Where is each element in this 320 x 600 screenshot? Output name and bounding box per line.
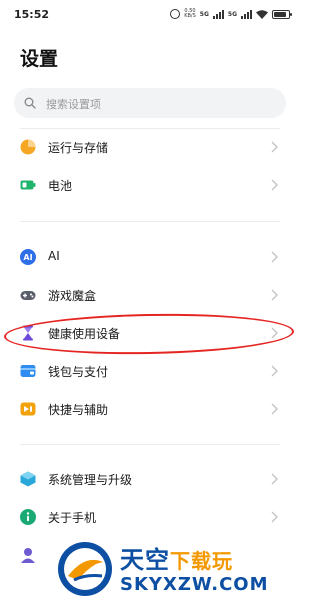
wallet-icon (20, 365, 36, 377)
chevron-right-icon (271, 179, 278, 191)
battery-icon (20, 180, 36, 190)
watermark-logo-icon (58, 542, 112, 596)
divider (20, 221, 280, 222)
divider (20, 444, 280, 445)
storage-pie-icon (20, 139, 36, 155)
watermark-cn-accent: 下载玩 (170, 549, 233, 573)
status-bar: 15:52 0.50 KB/S 5G 5G (0, 0, 300, 30)
gamepad-icon (20, 291, 36, 300)
settings-item-system[interactable]: 系统管理与升级 (0, 460, 300, 498)
settings-item-shortcuts[interactable]: 快捷与辅助 (0, 390, 300, 428)
shortcut-icon (20, 402, 36, 416)
search-placeholder: 搜索设置项 (46, 98, 101, 111)
settings-item-battery[interactable]: 电池 (0, 166, 300, 204)
settings-item-label: 游戏魔盒 (48, 289, 97, 303)
search-icon (24, 97, 36, 109)
status-time: 15:52 (14, 8, 50, 21)
chevron-right-icon (271, 511, 278, 523)
network-speed-unit: KB/S (184, 13, 196, 19)
signal-bars-icon-2 (241, 9, 252, 19)
chevron-right-icon (271, 289, 278, 301)
watermark: 天空下载玩 SKYXZW.COM (52, 536, 300, 600)
chevron-right-icon (271, 327, 278, 339)
settings-item-label: 健康使用设备 (48, 327, 121, 341)
settings-item-label: AI (48, 249, 60, 263)
status-icons: 0.50 KB/S 5G 5G (170, 9, 292, 19)
alarm-icon (170, 9, 181, 19)
info-icon (20, 509, 36, 525)
chevron-right-icon (271, 251, 278, 263)
network-speed: 0.50 KB/S (184, 9, 196, 19)
wifi-icon (256, 9, 268, 19)
ai-icon: AI (20, 249, 36, 265)
chevron-right-icon (271, 473, 278, 485)
settings-item-game-box[interactable]: 游戏魔盒 (0, 276, 300, 314)
page-title: 设置 (20, 48, 59, 70)
settings-item-label: 关于手机 (48, 511, 97, 525)
settings-item-label: 运行与存储 (48, 141, 109, 155)
settings-item-label: 系统管理与升级 (48, 473, 133, 487)
settings-item-wallet[interactable]: 钱包与支付 (0, 352, 300, 390)
watermark-cn-main: 天空 (120, 546, 170, 574)
settings-item-digital-wellbeing[interactable]: 健康使用设备 (0, 314, 300, 352)
system-update-icon (20, 471, 36, 487)
settings-item-label: 电池 (48, 179, 73, 193)
network-type-1: 5G (199, 10, 209, 18)
watermark-text-en: SKYXZW.COM (120, 574, 269, 595)
settings-item-ai[interactable]: AI AI (0, 238, 300, 276)
settings-item-label: 钱包与支付 (48, 365, 109, 379)
chevron-right-icon (271, 141, 278, 153)
svg-text:AI: AI (23, 253, 32, 262)
search-input[interactable]: 搜索设置项 (14, 88, 286, 118)
chevron-right-icon (271, 365, 278, 377)
settings-item-about-phone[interactable]: 关于手机 (0, 498, 300, 536)
signal-bars-icon (212, 9, 224, 19)
network-type-2: 5G (227, 10, 237, 18)
chevron-right-icon (271, 403, 278, 415)
watermark-text-cn: 天空下载玩 (120, 540, 233, 575)
account-icon (21, 548, 35, 563)
hourglass-icon (23, 325, 33, 341)
battery-status-icon (272, 9, 292, 19)
settings-item-storage[interactable]: 运行与存储 (0, 128, 300, 166)
settings-item-label: 快捷与辅助 (48, 403, 109, 417)
